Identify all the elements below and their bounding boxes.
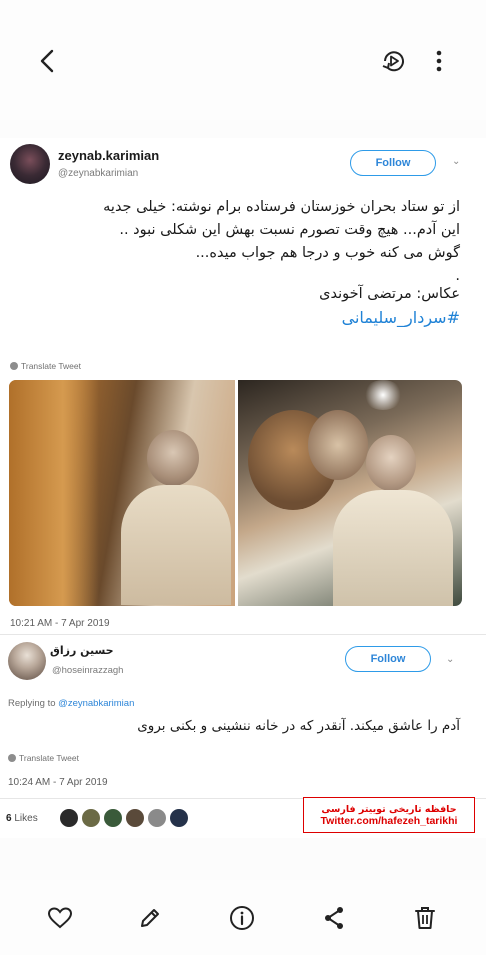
edit-icon	[141, 909, 159, 927]
chevron-down-icon: ⌄	[452, 156, 461, 167]
avatar	[170, 809, 188, 827]
tweet-photos	[9, 380, 462, 606]
avatar	[126, 809, 144, 827]
trash-icon	[415, 907, 435, 929]
heart-icon	[47, 907, 73, 929]
tweet-line: عکاس: مرتضی آخوندی	[319, 286, 460, 302]
hashtag: #سردار_سلیمانی	[341, 308, 460, 327]
replying-mention: @zeynabkarimian	[58, 698, 135, 709]
reply-text: آدم را عاشق میکند. آنقدر که در خانه ننشی…	[137, 718, 460, 734]
likes-number: 6	[6, 813, 12, 824]
follow-button: Follow	[345, 646, 431, 672]
avatar	[104, 809, 122, 827]
watermark-url: Twitter.com/hafezeh_tarikhi	[320, 814, 458, 827]
tweet-text: از تو ستاد بحران خوزستان فرستاده برام نو…	[10, 196, 460, 329]
author-name: حسین رزاق	[50, 644, 114, 657]
info-icon	[230, 906, 254, 930]
divider	[0, 634, 486, 635]
tweet-screenshot-image[interactable]: zeynab.karimian @zeynabkarimian Follow ⌄…	[0, 138, 486, 838]
tweet-line: از تو ستاد بحران خوزستان فرستاده برام نو…	[103, 199, 460, 215]
watermark-stamp: حافظه تاریخی توییتر فارسی Twitter.com/ha…	[303, 797, 475, 833]
viewer-top-bar	[0, 0, 486, 120]
rotate-icon	[382, 51, 404, 72]
back-button[interactable]	[30, 44, 64, 78]
share-button[interactable]	[318, 902, 350, 934]
reply-timestamp: 10:24 AM - 7 Apr 2019	[8, 777, 108, 788]
share-icon	[325, 907, 343, 929]
avatar	[8, 642, 46, 680]
follow-button: Follow	[350, 150, 436, 176]
favorite-button[interactable]	[44, 902, 76, 934]
translate-label: Translate Tweet	[19, 753, 80, 763]
replying-prefix: Replying to	[8, 698, 56, 709]
tweet-timestamp: 10:21 AM - 7 Apr 2019	[10, 618, 110, 629]
likes-label: Likes	[14, 813, 38, 824]
likers-avatars	[60, 809, 188, 827]
likes-count: 6 Likes	[6, 813, 38, 824]
tweet-line: .	[455, 268, 460, 284]
chevron-left-icon	[40, 49, 54, 73]
tweet-photo-left	[9, 380, 235, 606]
info-button[interactable]	[226, 902, 258, 934]
translate-label: Translate Tweet	[21, 361, 82, 371]
viewer-bottom-bar	[0, 880, 486, 955]
edit-button[interactable]	[134, 902, 166, 934]
tweet-line: گوش می کنه خوب و درجا هم جواب میده...	[195, 245, 460, 261]
author-handle: @hoseinrazzagh	[52, 665, 124, 676]
tweet-photo-right	[238, 380, 462, 606]
watermark-title: حافظه تاریخی توییتر فارسی	[321, 803, 457, 815]
author-name: zeynab.karimian	[58, 148, 160, 163]
avatar	[82, 809, 100, 827]
avatar	[10, 144, 50, 184]
delete-button[interactable]	[409, 902, 441, 934]
translate-tweet: Translate Tweet	[8, 753, 79, 763]
globe-icon	[10, 362, 18, 370]
avatar	[148, 809, 166, 827]
avatar	[60, 809, 78, 827]
tweet-line: این آدم... هیچ وقت تصورم نسبت بهش این شک…	[119, 222, 460, 238]
author-handle: @zeynabkarimian	[58, 168, 139, 179]
globe-icon	[8, 754, 16, 762]
translate-tweet: Translate Tweet	[10, 361, 81, 371]
rotate-button[interactable]	[377, 44, 411, 78]
replying-to: Replying to @zeynabkarimian	[8, 698, 134, 709]
more-options-button[interactable]	[424, 44, 454, 78]
more-vertical-icon	[436, 50, 442, 72]
chevron-down-icon: ⌄	[446, 654, 455, 665]
